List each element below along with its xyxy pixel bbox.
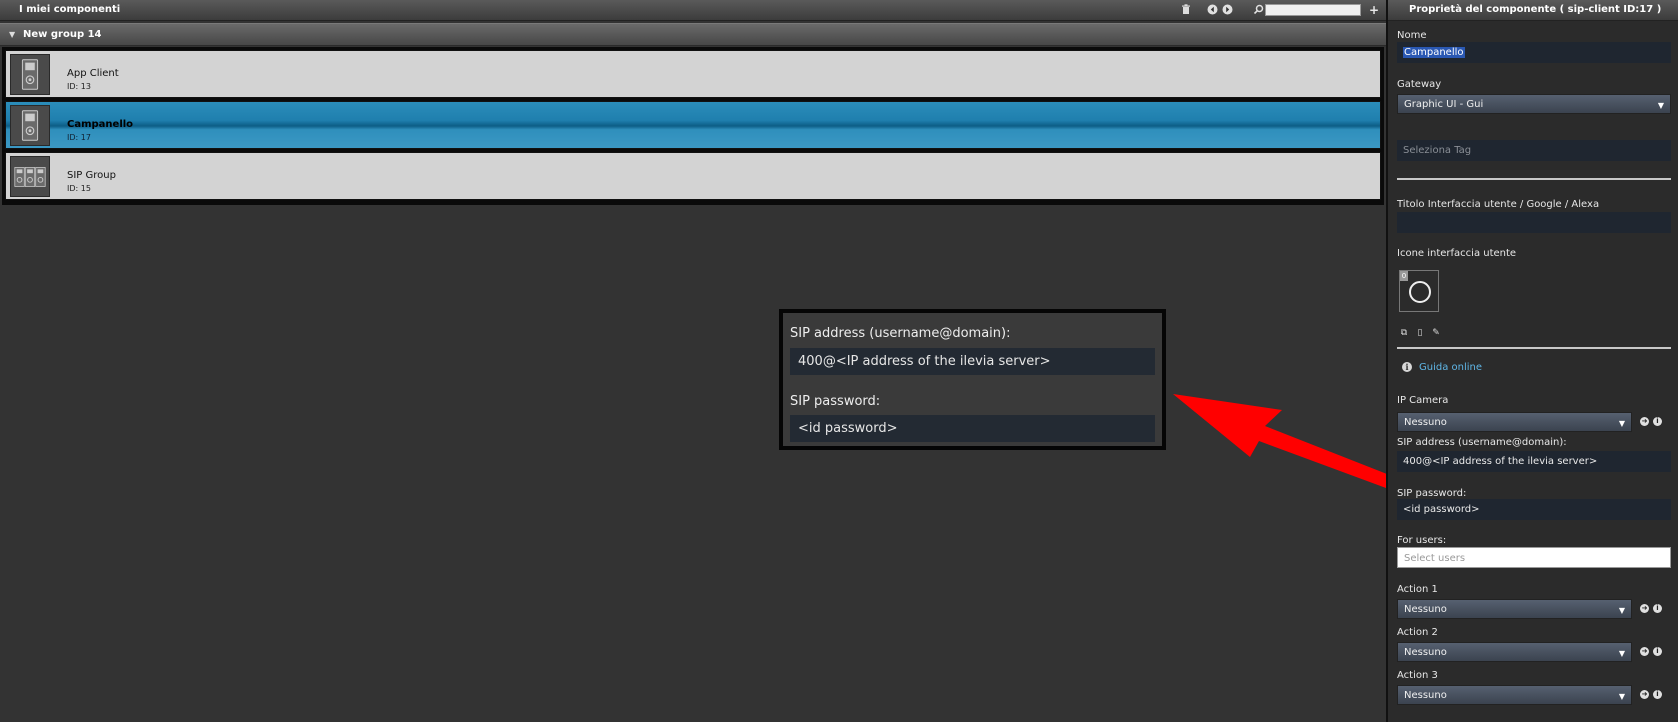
arrow-right-icon[interactable]	[1221, 4, 1233, 16]
list-item-id: ID: 17	[67, 133, 91, 142]
sip-password-input[interactable]: <id password>	[1397, 499, 1671, 520]
info-icon[interactable]: i	[1653, 604, 1662, 613]
intercom-device-icon	[10, 54, 50, 95]
list-item-id: ID: 15	[67, 184, 91, 193]
trash-icon[interactable]	[1180, 4, 1192, 16]
copy-icon[interactable]: ⧉	[1399, 328, 1409, 338]
info-icon[interactable]: i	[1653, 647, 1662, 656]
components-panel: I miei componenti + ▼ New group 14 App C…	[0, 0, 1386, 722]
action1-select[interactable]: Nessuno ▼	[1397, 599, 1632, 619]
group-header[interactable]: ▼ New group 14	[0, 23, 1386, 46]
info-icon: i	[1402, 362, 1412, 372]
titolo-input[interactable]	[1397, 212, 1671, 233]
list-item-app-client[interactable]: App Client ID: 13	[5, 50, 1381, 98]
search-icon	[1252, 4, 1264, 16]
arrow-left-icon[interactable]	[1206, 4, 1218, 16]
chevron-down-icon: ▼	[1618, 649, 1625, 658]
titolo-label: Titolo Interfaccia utente / Google / Ale…	[1397, 199, 1600, 210]
circle-icon	[1409, 281, 1431, 303]
gateway-label: Gateway	[1397, 79, 1442, 90]
go-to-icon[interactable]: ➜	[1640, 647, 1649, 656]
chevron-down-icon: ▼	[1618, 606, 1625, 615]
action2-value: Nessuno	[1404, 647, 1447, 658]
list-item-name: SIP Group	[67, 170, 116, 181]
zoom-sip-password-field: <id password>	[790, 415, 1155, 442]
components-title: I miei componenti	[19, 4, 121, 15]
divider	[1397, 347, 1671, 349]
action2-label: Action 2	[1397, 627, 1438, 638]
plus-icon[interactable]: +	[1368, 4, 1380, 16]
red-arrow-annotation	[1173, 394, 1392, 488]
ip-camera-select[interactable]: Nessuno ▼	[1397, 412, 1632, 432]
divider	[1397, 178, 1671, 180]
tag-select-input[interactable]: Seleziona Tag	[1397, 140, 1671, 161]
ip-camera-label: IP Camera	[1397, 395, 1449, 406]
components-toolbar: I miei componenti +	[0, 0, 1386, 21]
collapse-arrow-icon[interactable]: ▼	[9, 30, 15, 39]
components-list: App Client ID: 13 Campanello ID: 17 SIP …	[2, 47, 1384, 205]
action1-label: Action 1	[1397, 584, 1438, 595]
nome-input[interactable]: Campanello	[1397, 42, 1671, 63]
go-to-icon[interactable]: ➜	[1640, 690, 1649, 699]
go-to-icon[interactable]: ➜	[1640, 417, 1649, 426]
zoomed-sip-fields-callout: SIP address (username@domain): 400@<IP a…	[779, 309, 1166, 450]
list-item-campanello[interactable]: Campanello ID: 17	[5, 101, 1381, 149]
icone-label: Icone interfaccia utente	[1397, 248, 1517, 259]
delete-icon[interactable]: ▯	[1415, 328, 1425, 338]
for-users-label: For users:	[1397, 535, 1447, 546]
sip-address-input[interactable]: 400@<IP address of the ilevia server>	[1397, 451, 1671, 472]
zoom-sip-address-label: SIP address (username@domain):	[790, 326, 1011, 341]
sip-address-label: SIP address (username@domain):	[1397, 437, 1567, 448]
list-item-name: App Client	[67, 68, 119, 79]
go-to-icon[interactable]: ➜	[1640, 604, 1649, 613]
list-item-id: ID: 13	[67, 82, 91, 91]
chevron-down-icon: ▼	[1618, 692, 1625, 701]
action2-select[interactable]: Nessuno ▼	[1397, 642, 1632, 662]
chevron-down-icon: ▼	[1657, 101, 1664, 110]
action3-select[interactable]: Nessuno ▼	[1397, 685, 1632, 705]
ip-camera-value: Nessuno	[1404, 417, 1447, 428]
properties-panel: Proprietà del componente ( sip-client ID…	[1386, 0, 1678, 722]
properties-title: Proprietà del componente ( sip-client ID…	[1409, 4, 1662, 15]
edit-icon[interactable]: ✎	[1431, 328, 1441, 338]
zoom-sip-address-field: 400@<IP address of the ilevia server>	[790, 348, 1155, 375]
zoom-sip-password-label: SIP password:	[790, 394, 881, 409]
action1-value: Nessuno	[1404, 604, 1447, 615]
components-search-input[interactable]	[1265, 4, 1361, 16]
properties-header: Proprietà del componente ( sip-client ID…	[1388, 0, 1678, 21]
group-name: New group 14	[23, 29, 102, 40]
intercom-device-icon	[10, 105, 50, 146]
chevron-down-icon: ▼	[1618, 419, 1625, 428]
info-icon[interactable]: i	[1653, 417, 1662, 426]
list-item-name: Campanello	[67, 119, 134, 130]
icon-index-badge: 0	[1400, 271, 1408, 281]
sip-password-label: SIP password:	[1397, 488, 1467, 499]
intercom-group-icon	[10, 156, 50, 197]
ui-icon-preview[interactable]: 0	[1399, 270, 1439, 312]
info-icon[interactable]: i	[1653, 690, 1662, 699]
gateway-select[interactable]: Graphic UI - Gui ▼	[1397, 94, 1671, 114]
action3-value: Nessuno	[1404, 690, 1447, 701]
nome-label: Nome	[1397, 30, 1427, 41]
gateway-value: Graphic UI - Gui	[1404, 99, 1484, 110]
nome-value: Campanello	[1403, 47, 1465, 58]
select-users-input[interactable]: Select users	[1397, 547, 1671, 568]
list-item-sip-group[interactable]: SIP Group ID: 15	[5, 152, 1381, 200]
action3-label: Action 3	[1397, 670, 1438, 681]
guida-online-link[interactable]: Guida online	[1419, 362, 1482, 373]
